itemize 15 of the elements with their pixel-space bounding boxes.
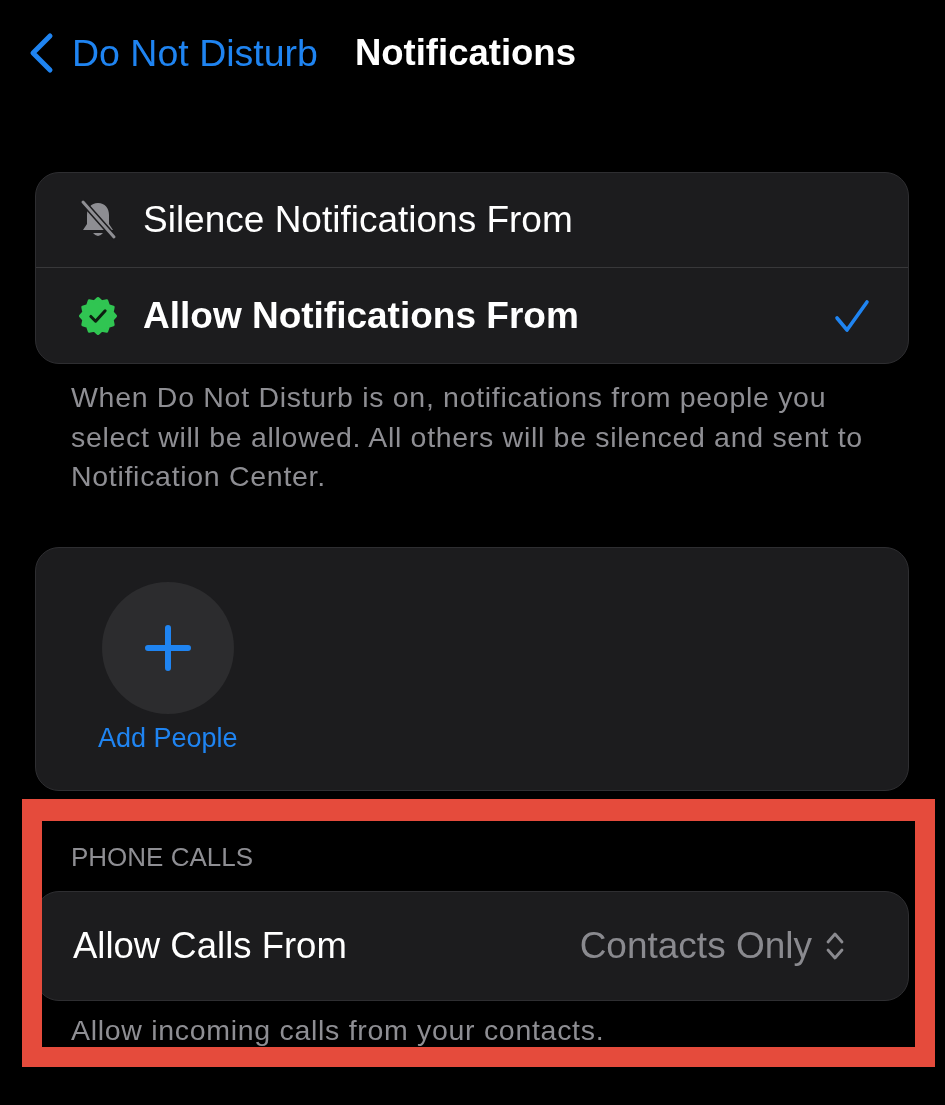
checkmark-icon [834,298,870,333]
plus-icon [101,581,234,714]
section-header: PHONE CALLS [70,842,255,871]
calls-description: Allow incoming calls from your contacts. [70,1014,606,1045]
nav-title: Notifications [354,32,576,74]
mode-description: When Do Not Disturb is on, notifications from people you select will be allowed. All others will be silenced and sent to Notification Center. [70,380,864,494]
notification-mode-option[interactable]: Allow Notifications From [36,267,908,363]
calls-picker[interactable]: Contacts Only [579,924,846,967]
notification-mode-option[interactable]: Silence Notifications From [36,173,908,267]
check-badge-icon [78,294,118,337]
add-people-button[interactable]: Add People [98,581,238,754]
chevron-left-icon [28,32,54,74]
back-button[interactable]: Do Not Disturb [28,31,318,75]
bell-slash-icon [78,199,118,241]
row-label: Allow Calls From [73,924,347,967]
